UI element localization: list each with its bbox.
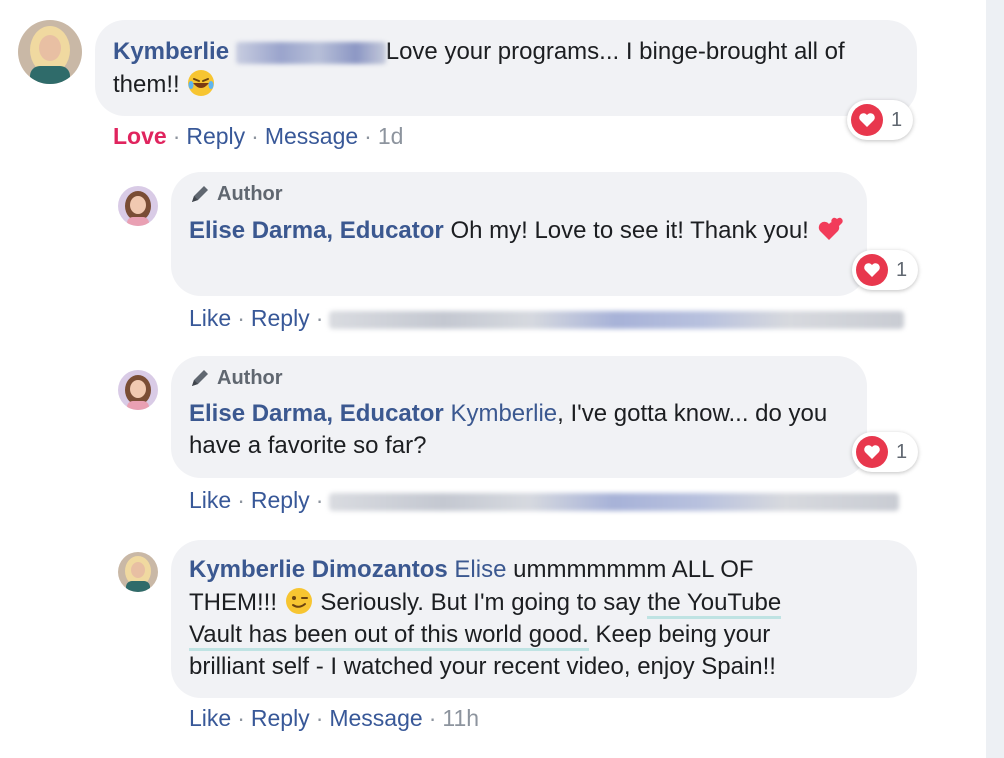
mention-link[interactable]: Elise	[454, 556, 506, 583]
avatar-kymberlie[interactable]	[18, 20, 82, 84]
reaction-badge[interactable]: 1	[847, 100, 913, 140]
avatar-kymberlie[interactable]	[118, 552, 158, 592]
timestamp[interactable]: 1d	[378, 123, 404, 149]
reply-link[interactable]: Reply	[186, 123, 245, 149]
reply-line: Kymberlie Dimozantos Elise ummmmmmm ALL …	[189, 554, 897, 586]
reply-line: THEM!!! Seriously. But I'm going to say …	[189, 586, 897, 619]
reply-bubble: Kymberlie Dimozantos Elise ummmmmmm ALL …	[171, 540, 917, 698]
highlighted-text: the YouTube	[647, 589, 782, 619]
like-link[interactable]: Like	[189, 305, 231, 331]
reply-text: Kymberlie Dimozantos Elise ummmmmmm ALL …	[189, 554, 897, 683]
heart-reaction-icon	[856, 254, 888, 286]
message-link[interactable]: Message	[265, 123, 358, 149]
reply-actions: Like · Reply ·	[189, 485, 900, 515]
reply-link[interactable]: Reply	[251, 305, 310, 331]
like-link[interactable]: Like	[189, 487, 231, 513]
like-link[interactable]: Like	[189, 705, 231, 731]
reaction-badge[interactable]: 1	[852, 250, 918, 290]
comment-text: Kymberlie Love your programs... I binge-…	[113, 36, 897, 101]
heart-reaction-icon	[856, 436, 888, 468]
reply-text: Elise Darma, Educator Kymberlie, I've go…	[189, 398, 847, 462]
heart-reaction-icon	[851, 104, 883, 136]
reply-body-line4: brilliant self - I watched your recent v…	[189, 653, 776, 680]
reaction-badge[interactable]: 1	[852, 432, 918, 472]
message-link[interactable]: Message	[329, 705, 422, 731]
reply-author[interactable]: Elise Darma, Educator	[189, 400, 444, 427]
reaction-count: 1	[891, 108, 903, 131]
reply-body-line2b: Seriously. But I'm going to say	[320, 589, 641, 616]
two-hearts-emoji-icon	[816, 214, 846, 244]
reaction-count: 1	[896, 440, 908, 463]
author-badge: Author	[189, 182, 847, 206]
reply-actions: Like · Reply ·	[189, 303, 905, 333]
reply-line: Vault has been out of this world good. K…	[189, 619, 897, 651]
redacted-surname	[235, 41, 386, 64]
comment-actions: Love · Reply · Message · 1d	[113, 123, 404, 149]
winking-emoji-icon	[284, 586, 314, 616]
timestamp[interactable]: 11h	[442, 705, 479, 731]
author-badge-label: Author	[217, 183, 283, 205]
right-scroll-rail	[986, 0, 1004, 758]
author-badge-label: Author	[217, 367, 283, 389]
highlighted-text: Vault has been out of this world good.	[189, 621, 589, 651]
reply-text: Elise Darma, Educator Oh my! Love to see…	[189, 214, 847, 247]
mention-link[interactable]: Kymberlie	[450, 400, 557, 427]
comment-bubble: Kymberlie Love your programs... I binge-…	[95, 20, 917, 116]
reply-link[interactable]: Reply	[251, 705, 310, 731]
reply-body: Oh my! Love to see it! Thank you!	[450, 217, 809, 244]
reply-author[interactable]: Kymberlie Dimozantos	[189, 556, 448, 583]
redacted-meta	[329, 310, 905, 329]
comment-author[interactable]: Kymberlie	[113, 38, 229, 65]
pencil-icon	[189, 183, 211, 205]
reply-bubble: Author Elise Darma, Educator Oh my! Love…	[171, 172, 867, 296]
reply-actions: Like · Reply · Message · 11h	[189, 705, 480, 731]
author-badge: Author	[189, 366, 847, 390]
reply-body-line3b: Keep being your	[595, 621, 771, 648]
reply-body-line2a: THEM!!!	[189, 589, 277, 616]
reply-body-line1: ummmmmmm ALL OF	[513, 556, 754, 583]
love-link[interactable]: Love	[113, 123, 167, 149]
reply-bubble: Author Elise Darma, Educator Kymberlie, …	[171, 356, 867, 478]
pencil-icon	[189, 367, 211, 389]
avatar-elise[interactable]	[118, 370, 158, 410]
reply-author[interactable]: Elise Darma, Educator	[189, 217, 444, 244]
redacted-meta	[329, 492, 900, 511]
reply-line: brilliant self - I watched your recent v…	[189, 651, 897, 683]
avatar-elise[interactable]	[118, 186, 158, 226]
reply-link[interactable]: Reply	[251, 487, 310, 513]
reaction-count: 1	[896, 258, 908, 281]
laughing-emoji-icon	[186, 68, 216, 98]
